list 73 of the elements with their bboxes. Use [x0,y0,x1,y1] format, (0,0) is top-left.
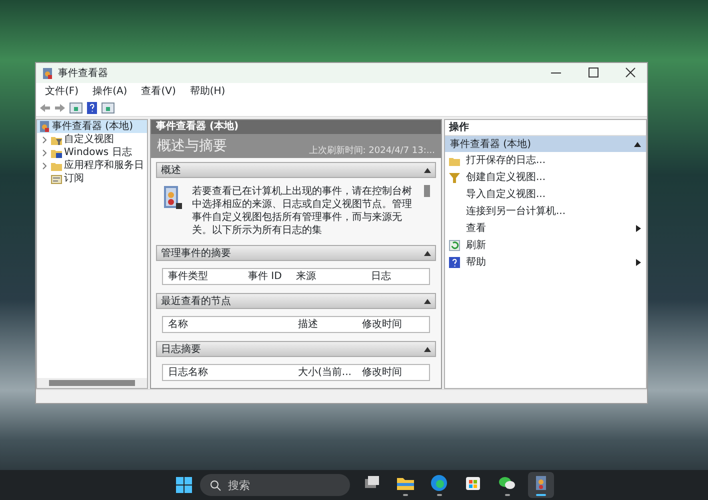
folder-icon [51,134,62,145]
browser-icon [430,474,448,492]
collapse-icon[interactable] [634,142,641,146]
forward-icon[interactable] [54,102,66,114]
refresh-icon [449,240,460,251]
menu-item[interactable]: 文件(F) [39,84,85,98]
refresh-time: 上次刷新时间: 2024/4/7 13:... [308,144,435,158]
folder-icon [51,147,62,158]
column-header[interactable]: 来源 [296,270,371,283]
action-item[interactable]: 导入自定义视图... [445,186,646,203]
start-icon[interactable] [176,477,192,493]
section-header[interactable]: 概述 [156,162,436,178]
group-title: 事件查看器 (本地) [450,138,531,152]
column-header[interactable]: 描述 [298,318,362,331]
column-header[interactable]: 日志名称 [168,366,298,379]
subscription-icon [51,173,62,184]
column-header[interactable]: 大小(当前... [298,366,362,379]
collapse-icon[interactable] [424,168,431,172]
submenu-arrow-icon[interactable] [636,259,641,266]
tree-item[interactable]: 订阅 [37,172,147,185]
tree-item[interactable]: 应用程序和服务日 [37,159,147,172]
action-item[interactable]: 打开保存的日志... [445,152,646,169]
panel-icon[interactable] [69,102,83,114]
event-viewer-icon [162,185,184,211]
action-item[interactable]: 连接到另一台计算机... [445,203,646,220]
chat-icon [498,474,516,492]
action-item[interactable]: 刷新 [445,237,646,254]
section-title: 最近查看的节点 [161,294,231,308]
pane-header: 事件查看器 (本地) [151,120,441,134]
help-icon[interactable] [86,102,98,114]
event-viewer-icon [42,68,53,78]
back-icon[interactable] [39,102,51,114]
help-icon [449,257,460,268]
action-item[interactable]: 查看 [445,220,646,237]
taskbar-app[interactable] [528,472,554,498]
window-title: 事件查看器 [58,66,109,80]
overview-text: 若要查看已在计算机上出现的事件，请在控制台树中选择相应的来源、日志或自定义视图节点。管理事件自定义视图包括所有管理事件，而与来源无关。以下所示为所有日志的集 [192,185,413,237]
scrollbar-thumb[interactable] [49,380,135,386]
collapse-icon[interactable] [424,250,431,256]
collapse-icon[interactable] [424,298,431,304]
action-item[interactable]: 帮助 [445,254,646,271]
section-title: 管理事件的摘要 [161,246,231,260]
column-header[interactable]: 名称 [168,318,298,331]
tree-item[interactable]: 自定义视图 [37,133,147,146]
panel-icon[interactable] [101,102,115,114]
search-icon [210,480,221,490]
submenu-arrow-icon[interactable] [636,225,641,232]
column-header[interactable]: 事件 ID [248,270,296,283]
section-header[interactable]: 最近查看的节点 [156,293,436,309]
menu-item[interactable]: 查看(V) [135,84,182,98]
scrollbar-thumb[interactable] [424,185,430,197]
section-header[interactable]: 日志摘要 [156,341,436,357]
tree-item[interactable]: 事件查看器 (本地) [37,120,147,133]
section-header[interactable]: 管理事件的摘要 [156,245,436,261]
collapse-icon[interactable] [424,346,431,352]
section-title: 概述 [161,164,181,178]
section-title: 日志摘要 [161,342,201,356]
search-field[interactable]: 搜索 [200,474,350,496]
menu-item[interactable]: 帮助(H) [184,84,232,98]
folder-icon [51,160,62,171]
filter-icon [449,172,460,183]
store-icon [464,474,482,492]
action-item[interactable]: 创建自定义视图... [445,169,646,186]
tree-item[interactable]: Windows 日志 [37,146,147,159]
folder-icon [449,155,460,166]
action-group-header[interactable]: 事件查看器 (本地) [445,136,646,152]
menu-item[interactable]: 操作(A) [86,84,134,98]
column-header[interactable]: 修改时间 [362,366,422,379]
event-viewer-icon [39,121,50,132]
page-title: 概述与摘要 [157,137,227,156]
column-header[interactable]: 修改时间 [362,318,422,331]
column-header[interactable]: 事件类型 [168,270,248,283]
column-header[interactable]: 日志 [371,270,421,283]
